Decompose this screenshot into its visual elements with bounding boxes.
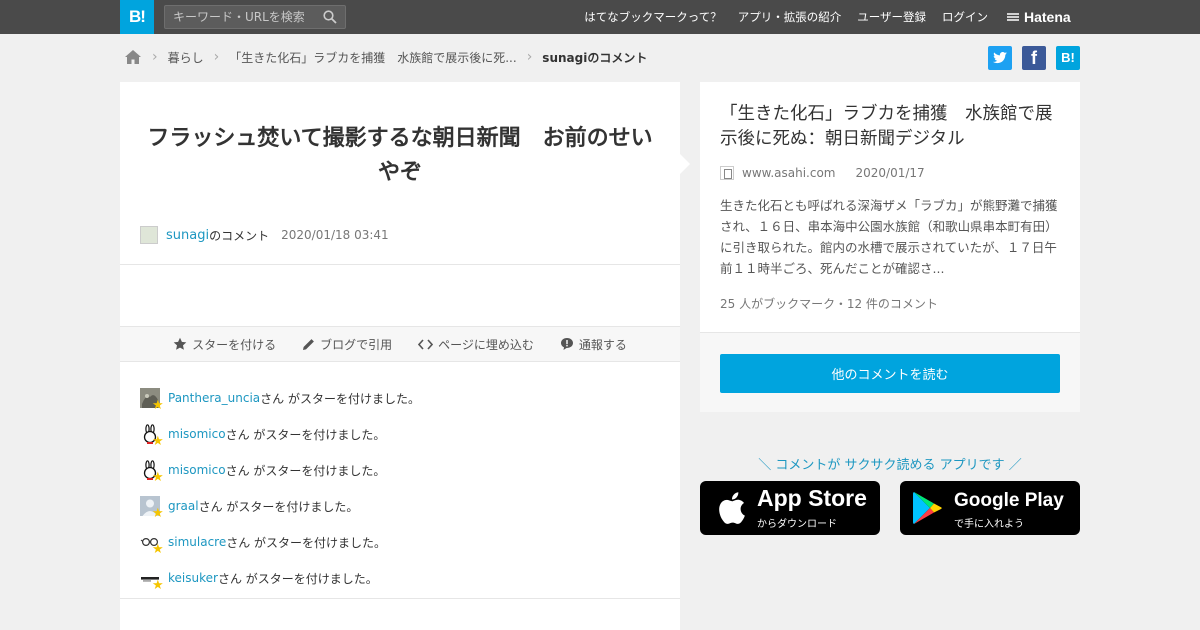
blog-quote-label: ブログで引用: [320, 337, 393, 352]
star-text: さん がスターを付けました。: [260, 391, 420, 406]
star-icon: ★: [152, 506, 164, 521]
hatena-bookmark-logo[interactable]: B!: [120, 0, 154, 34]
app-store-sublabel: からダウンロード: [757, 519, 837, 530]
comment-card: フラッシュ焚いて撮影するな朝日新聞 お前のせいやぞ sunagi のコメント 2…: [120, 82, 690, 630]
chevron-right-icon: ›: [152, 49, 158, 65]
comment-date[interactable]: 2020/01/18 03:41: [281, 228, 389, 242]
star-list: ★ Panthera_uncia さん がスターを付けました。 ★ misomi…: [140, 380, 660, 596]
divider: [120, 264, 680, 265]
embed-button[interactable]: ページに埋め込む: [418, 336, 534, 353]
list-item: ★ misomico さん がスターを付けました。: [140, 416, 660, 452]
star-icon: ★: [152, 398, 164, 413]
alert-icon: [560, 338, 573, 350]
hatena-wave-icon: [1007, 13, 1019, 21]
comment-text: フラッシュ焚いて撮影するな朝日新聞 お前のせいやぞ: [147, 126, 653, 185]
read-more-section: 他のコメントを読む: [700, 332, 1080, 412]
report-button[interactable]: 通報する: [560, 336, 627, 353]
star-user-link[interactable]: keisuker: [168, 571, 218, 585]
list-item: ★ simulacre さん がスターを付けました。: [140, 524, 660, 560]
google-play-sublabel: で手に入れよう: [954, 519, 1024, 530]
nav-register-link[interactable]: ユーザー登録: [857, 9, 926, 25]
google-play-icon: [913, 492, 942, 524]
embed-label: ページに埋め込む: [438, 337, 534, 352]
chevron-right-icon: ›: [213, 49, 220, 65]
article-title-link[interactable]: 「生きた化石」ラブカを捕獲 水族館で展示後に死ぬ：朝日新聞デジタル: [720, 102, 1065, 152]
twitter-bird-icon: [993, 52, 1007, 64]
facebook-f-icon: f: [1031, 48, 1037, 68]
star-text: さん がスターを付けました。: [198, 499, 359, 514]
divider: [120, 598, 680, 599]
star-icon: [173, 337, 187, 350]
comment-suffix: のコメント: [209, 228, 270, 243]
star-text: さん がスターを付けました。: [225, 427, 386, 442]
search-input[interactable]: [165, 6, 315, 28]
star-text: さん がスターを付けました。: [225, 463, 386, 478]
search-box: [164, 5, 346, 29]
bookmark-count[interactable]: 25 人がブックマーク・12 件のコメント: [720, 295, 938, 312]
facebook-share-button[interactable]: f: [1022, 46, 1046, 70]
star-icon: ★: [152, 542, 164, 557]
report-label: 通報する: [578, 337, 627, 352]
avatar[interactable]: ★: [140, 460, 164, 484]
breadcrumb-category-link[interactable]: 暮らし: [168, 49, 204, 66]
list-item: ★ Panthera_uncia さん がスターを付けました。: [140, 380, 660, 416]
app-store-label: App Store: [757, 485, 867, 511]
star-user-link[interactable]: simulacre: [168, 535, 226, 549]
twitter-share-button[interactable]: [988, 46, 1012, 70]
nav-about-link[interactable]: はてなブックマークって？: [584, 9, 721, 25]
top-nav: はてなブックマークって？ アプリ・拡張の紹介 ユーザー登録 ログイン: [584, 0, 988, 34]
avatar[interactable]: [140, 226, 158, 244]
asahi-favicon-icon: [720, 166, 734, 180]
star-icon: ★: [152, 578, 164, 593]
blog-quote-button[interactable]: ブログで引用: [302, 336, 392, 353]
avatar[interactable]: ★: [140, 532, 164, 556]
nav-login-link[interactable]: ログイン: [942, 9, 988, 25]
breadcrumb-article-link[interactable]: 「生きた化石」ラブカを捕獲 水族館で展示後に死...: [229, 49, 516, 66]
article-date: 2020/01/17: [855, 166, 925, 180]
comment-meta: sunagi のコメント 2020/01/18 03:41: [140, 226, 389, 244]
avatar[interactable]: ★: [140, 424, 164, 448]
star-user-link[interactable]: Panthera_uncia: [168, 391, 260, 405]
star-text: さん がスターを付けました。: [226, 535, 387, 550]
read-other-comments-button[interactable]: 他のコメントを読む: [720, 354, 1060, 393]
add-star-label: スターを付ける: [192, 337, 277, 352]
google-play-label: Google Play: [954, 490, 1064, 511]
google-play-badge[interactable]: Google Play で手に入れよう: [900, 481, 1080, 535]
list-item: ★ misomico さん がスターを付けました。: [140, 452, 660, 488]
add-star-button[interactable]: スターを付ける: [173, 336, 276, 353]
breadcrumb: › 暮らし › 「生きた化石」ラブカを捕獲 水族館で展示後に死... › sun…: [124, 46, 647, 68]
article-domain[interactable]: www.asahi.com: [742, 166, 836, 180]
avatar[interactable]: ★: [140, 388, 164, 412]
home-icon[interactable]: [124, 49, 142, 65]
chevron-right-icon: ›: [526, 49, 533, 65]
avatar[interactable]: ★: [140, 568, 164, 592]
star-icon: ★: [152, 470, 164, 485]
app-promo-text: ＼ コメントが サクサク読める アプリです ／: [758, 458, 1022, 473]
star-icon: ★: [152, 434, 164, 449]
list-item: ★ graal さん がスターを付けました。: [140, 488, 660, 524]
hatena-brand-link[interactable]: Hatena: [1006, 8, 1071, 26]
hatena-brand-text: Hatena: [1024, 9, 1071, 25]
avatar[interactable]: ★: [140, 496, 164, 520]
star-text: さん がスターを付けました。: [217, 571, 378, 586]
star-user-link[interactable]: misomico: [168, 427, 226, 441]
article-meta: www.asahi.com 2020/01/17: [720, 166, 925, 180]
nav-apps-link[interactable]: アプリ・拡張の紹介: [738, 9, 842, 25]
hatena-share-button[interactable]: B!: [1056, 46, 1080, 70]
star-user-link[interactable]: graal: [168, 499, 199, 513]
app-store-badge[interactable]: App Store からダウンロード: [700, 481, 880, 535]
star-user-link[interactable]: misomico: [168, 463, 226, 477]
apple-icon: [719, 492, 745, 524]
article-card: 「生きた化石」ラブカを捕獲 水族館で展示後に死ぬ：朝日新聞デジタル www.as…: [700, 82, 1080, 412]
search-icon[interactable]: [323, 10, 337, 24]
breadcrumb-current: sunagiのコメント: [542, 50, 648, 65]
list-item: ★ keisuker さん がスターを付けました。: [140, 560, 660, 596]
top-bar: B! はてなブックマークって？ アプリ・拡張の紹介 ユーザー登録 ログイン Ha…: [0, 0, 1200, 34]
pencil-icon: [303, 338, 315, 350]
code-icon: [418, 338, 434, 350]
comment-user-link[interactable]: sunagi: [166, 228, 209, 243]
comment-actions-bar: スターを付ける ブログで引用 ページに埋め込む 通報する: [120, 326, 680, 362]
article-summary: 生きた化石とも呼ばれる深海ザメ「ラブカ」が熊野灘で捕獲され、１６日、串本海中公園…: [720, 198, 1058, 276]
